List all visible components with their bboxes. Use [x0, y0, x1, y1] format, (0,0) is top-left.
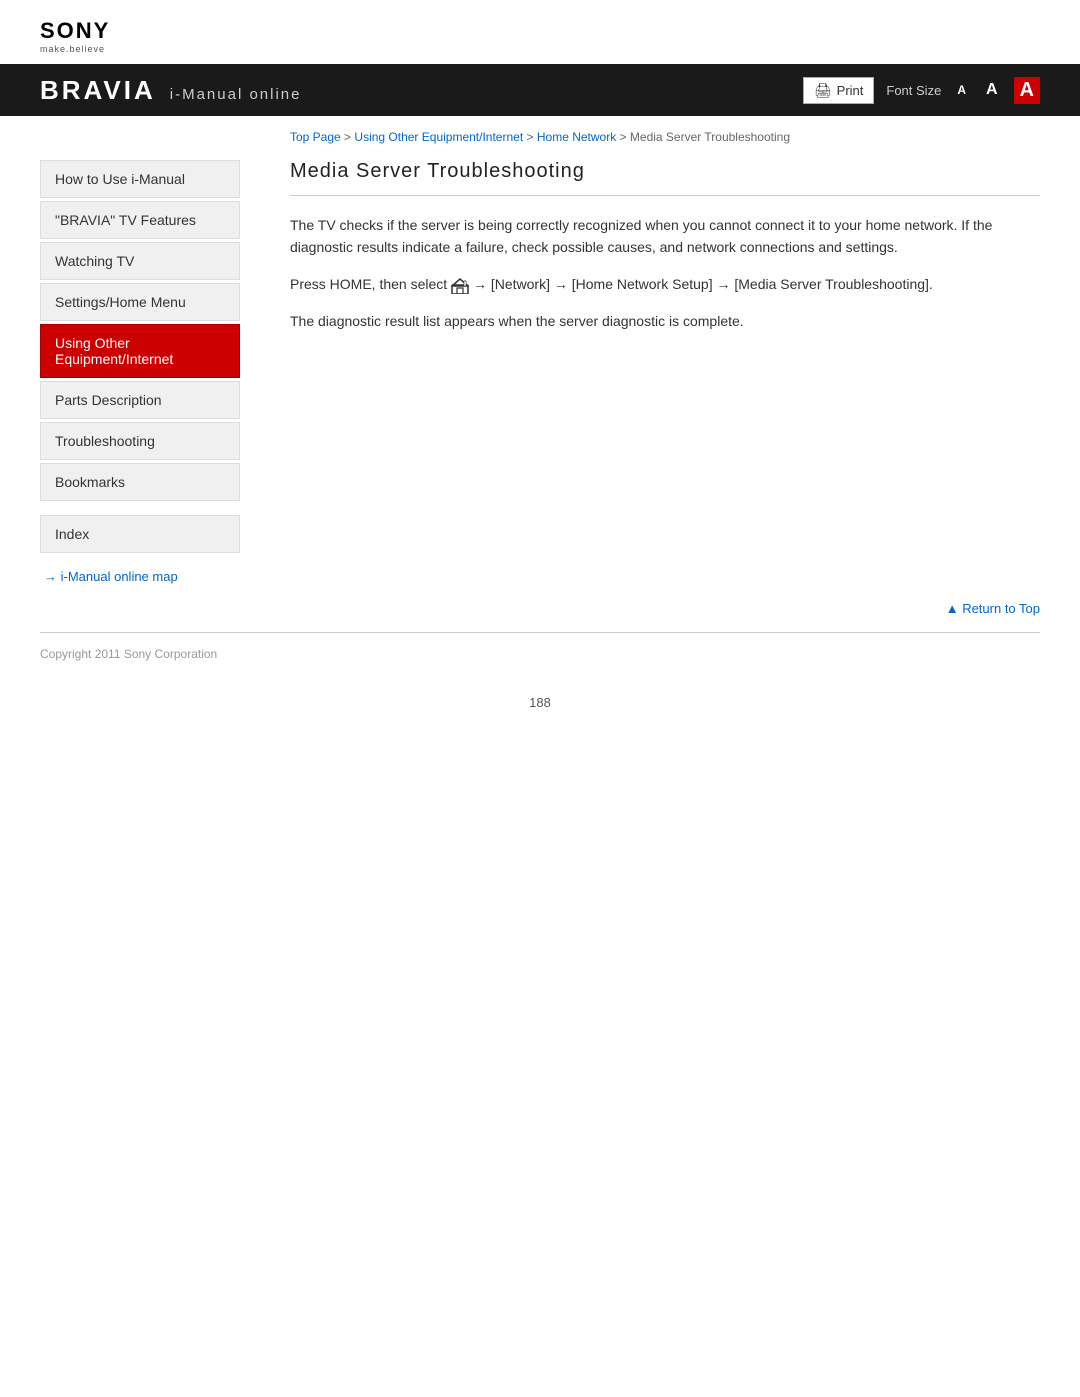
copyright-text: Copyright 2011 Sony Corporation [40, 647, 217, 661]
breadcrumb: Top Page > Using Other Equipment/Interne… [0, 116, 1080, 150]
print-icon: 🖨 [814, 82, 832, 99]
footer: Copyright 2011 Sony Corporation [0, 633, 1080, 675]
font-medium-button[interactable]: A [982, 79, 1002, 101]
top-bar-right: 🖨 Print Font Size A A A [803, 77, 1040, 104]
content-paragraph-3: The diagnostic result list appears when … [290, 310, 1040, 332]
sidebar-item-using-other[interactable]: Using Other Equipment/Internet [40, 324, 240, 378]
content-paragraph-2-pre: Press HOME, then select [290, 276, 451, 292]
sony-logo: SONY [40, 18, 1040, 44]
return-to-top-link[interactable]: Return to Top [946, 601, 1040, 616]
sidebar-item-watching-tv[interactable]: Watching TV [40, 242, 240, 280]
sidebar-item-troubleshooting[interactable]: Troubleshooting [40, 422, 240, 460]
font-large-button[interactable]: A [1014, 77, 1040, 104]
sidebar-item-bookmarks[interactable]: Bookmarks [40, 463, 240, 501]
breadcrumb-using-other[interactable]: Using Other Equipment/Internet [354, 130, 523, 144]
breadcrumb-top-page[interactable]: Top Page [290, 130, 341, 144]
print-label: Print [837, 83, 864, 98]
page-title: Media Server Troubleshooting [290, 160, 1040, 196]
bravia-title: BRAVIA i-Manual online [40, 75, 301, 106]
font-size-label: Font Size [886, 83, 941, 98]
sidebar-item-settings-home[interactable]: Settings/Home Menu [40, 283, 240, 321]
return-top-area: Return to Top [0, 584, 1080, 632]
content-area: Media Server Troubleshooting The TV chec… [260, 150, 1040, 584]
imanual-text: i-Manual online [170, 86, 302, 103]
logo-area: SONY make.believe [0, 0, 1080, 64]
sony-tagline: make.believe [40, 44, 1040, 54]
content-paragraph-2-mid: → [Network] → [Home Network Setup] → [Me… [469, 276, 933, 292]
breadcrumb-home-network[interactable]: Home Network [537, 130, 616, 144]
sidebar-item-parts-desc[interactable]: Parts Description [40, 381, 240, 419]
page-number: 188 [0, 675, 1080, 730]
font-small-button[interactable]: A [953, 81, 970, 99]
sidebar: How to Use i-Manual "BRAVIA" TV Features… [40, 150, 260, 584]
top-bar: BRAVIA i-Manual online 🖨 Print Font Size… [0, 64, 1080, 116]
imanual-map-link[interactable]: i-Manual online map [40, 569, 240, 584]
bravia-logo: BRAVIA [40, 75, 156, 106]
main-container: How to Use i-Manual "BRAVIA" TV Features… [0, 150, 1080, 584]
sidebar-item-index[interactable]: Index [40, 515, 240, 553]
home-icon [451, 274, 469, 296]
content-body: The TV checks if the server is being cor… [290, 214, 1040, 333]
breadcrumb-current: Media Server Troubleshooting [630, 130, 790, 144]
sidebar-item-how-to-use[interactable]: How to Use i-Manual [40, 160, 240, 198]
content-paragraph-2: Press HOME, then select → [Network] → [H… [290, 273, 1040, 296]
content-paragraph-1: The TV checks if the server is being cor… [290, 214, 1040, 259]
print-button[interactable]: 🖨 Print [803, 77, 875, 104]
sidebar-item-bravia-tv[interactable]: "BRAVIA" TV Features [40, 201, 240, 239]
